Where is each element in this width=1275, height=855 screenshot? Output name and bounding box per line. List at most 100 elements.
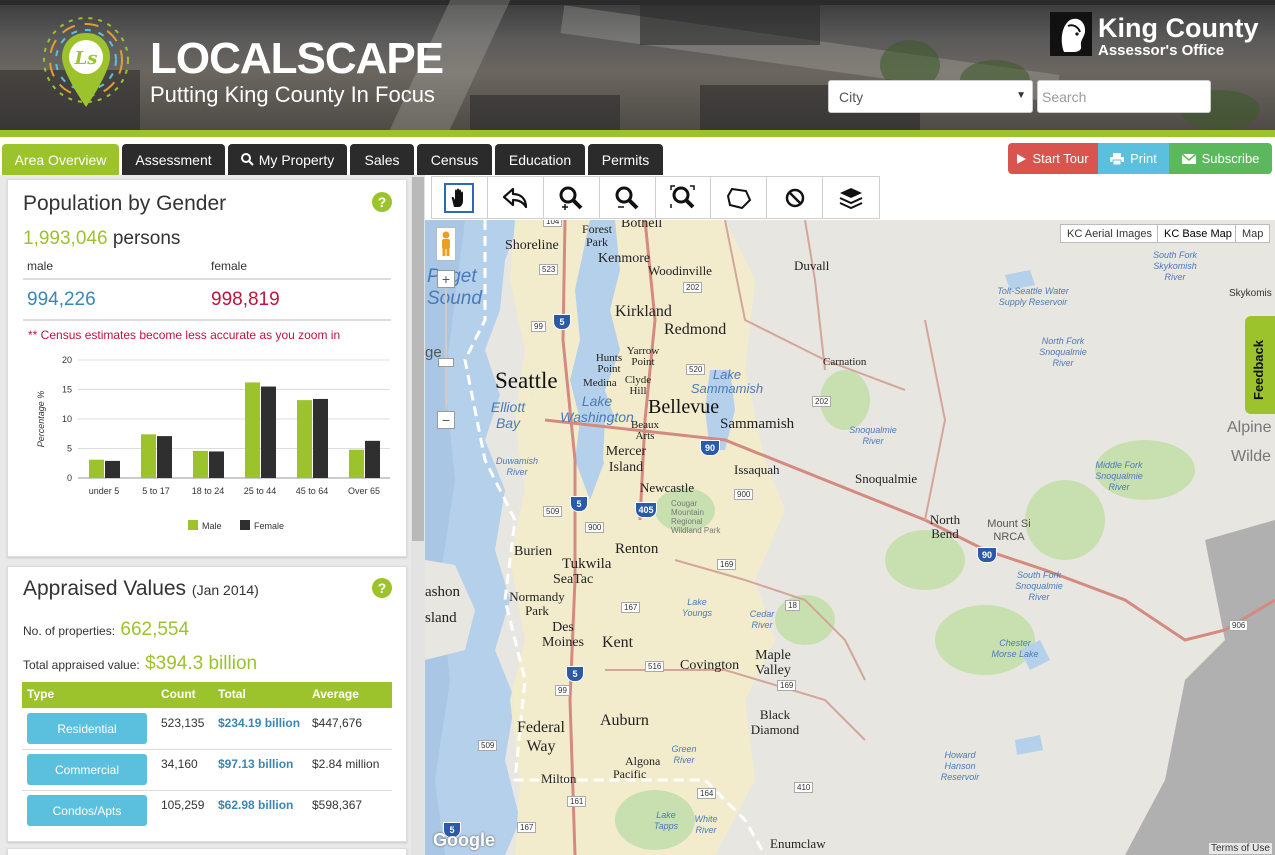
chart-x-tick-label: under 5	[89, 486, 120, 496]
map-canvas[interactable]: Bothell Lake Forest Park Shoreline Kenmo…	[425, 220, 1275, 855]
zoom-out-tool-button[interactable]	[600, 177, 656, 218]
chart-legend-swatch	[188, 520, 198, 530]
route-marker: 410	[794, 782, 814, 793]
table-cell: $234.19 billion	[218, 716, 301, 730]
city-select-value: City	[839, 89, 864, 105]
search-input[interactable]	[1037, 80, 1211, 113]
city-select[interactable]: City ▼	[828, 80, 1033, 113]
map-label: North Fork Snoqualmie River	[1039, 336, 1087, 368]
route-marker: 523	[539, 264, 559, 275]
tab-sales[interactable]: Sales	[350, 144, 414, 175]
help-icon[interactable]: ?	[372, 578, 392, 598]
tab-my-property[interactable]: My Property	[228, 144, 347, 175]
chart-bar-male	[141, 434, 156, 478]
zoom-in-button[interactable]: +	[437, 270, 455, 288]
interstate-shield: 5	[570, 496, 588, 512]
zoom-out-button[interactable]: −	[437, 411, 455, 429]
caret-down-icon: ▼	[1016, 90, 1026, 101]
zoom-extent-icon	[670, 184, 695, 208]
print-button[interactable]: Print	[1098, 143, 1169, 174]
chart-x-tick-label: 45 to 64	[296, 486, 329, 496]
residential-button[interactable]: Residential	[27, 713, 147, 744]
tab-education[interactable]: Education	[495, 144, 585, 175]
map-label: Lake Forest Park	[582, 220, 612, 249]
population-title: Population by Gender	[23, 192, 227, 215]
map-label: Kent	[602, 634, 634, 651]
zoom-slider-track[interactable]	[445, 289, 447, 409]
map-label: SeaTac	[553, 572, 594, 587]
header-accent-bar	[0, 130, 1275, 137]
route-marker: 520	[686, 364, 706, 375]
map-label: Mercer Island	[605, 444, 647, 475]
envelope-icon	[1181, 153, 1196, 164]
layers-tool-button[interactable]	[823, 177, 879, 218]
zoom-slider-handle[interactable]	[438, 358, 454, 367]
map-label: Bellevue	[648, 396, 720, 418]
col-type: Type	[27, 687, 55, 701]
map-label: Middle Fork Snoqualmie River	[1095, 460, 1143, 492]
terms-of-use-link[interactable]: Terms of Use	[1209, 843, 1272, 854]
map-label: Beaux Arts	[630, 419, 660, 442]
map-label: Issaquah	[734, 462, 780, 477]
table-cell: $2.84 million	[312, 757, 380, 771]
map-type-map[interactable]: Map	[1235, 224, 1271, 243]
route-marker: 164	[697, 788, 717, 799]
commercial-button[interactable]: Commercial	[27, 754, 147, 785]
clear-tool-button[interactable]	[767, 177, 824, 218]
appraised-title: Appraised Values (Jan 2014)	[23, 577, 259, 600]
route-marker: 509	[478, 740, 498, 751]
population-age-chart: under 5 5 to 17 18 to 24 25 to 44 45 to 64 Ov…	[36, 355, 390, 531]
map-label: Snoqualmie River	[849, 425, 897, 446]
pegman-icon	[442, 231, 450, 256]
next-card	[7, 848, 407, 855]
table-cell: $598,367	[312, 798, 363, 812]
map-label: Tukwila	[562, 556, 612, 572]
map-label: Bothell	[621, 220, 663, 231]
help-icon[interactable]: ?	[372, 192, 392, 212]
feedback-tab[interactable]: Feedback	[1245, 316, 1275, 414]
route-marker: 167	[621, 602, 641, 613]
map-label: ashon	[425, 584, 460, 600]
interstate-shield: 5	[566, 666, 584, 682]
census-note: ** Census estimates become less accurate…	[28, 328, 341, 342]
map-label: Sammamish	[720, 416, 795, 432]
tab-census[interactable]: Census	[417, 144, 492, 175]
polygon-tool-button[interactable]	[711, 177, 768, 218]
pan-tool-button[interactable]	[432, 177, 488, 218]
route-marker: 900	[734, 489, 754, 500]
map-type-base[interactable]: KC Base Map	[1157, 224, 1239, 243]
chart-bar-male	[89, 459, 104, 478]
chart-bar-female	[261, 386, 276, 478]
zoom-in-tool-button[interactable]	[544, 177, 600, 218]
search-icon	[240, 153, 254, 166]
zoom-extent-tool-button[interactable]	[656, 177, 712, 218]
panel-scrollbar-thumb[interactable]	[412, 177, 424, 541]
population-total: 1,993,046 persons	[23, 228, 181, 249]
svg-text:Ls: Ls	[74, 48, 98, 69]
total-appraised: Total appraised value: $394.3 billion	[23, 653, 258, 674]
route-marker: 202	[812, 396, 832, 407]
chart-bar-female	[157, 436, 172, 478]
route-marker: 900	[585, 522, 605, 533]
map-label: Kenmore	[598, 251, 651, 266]
top-strip	[0, 0, 1275, 5]
divider	[23, 319, 391, 321]
start-tour-button[interactable]: Start Tour	[1008, 143, 1098, 174]
back-tool-button[interactable]	[488, 177, 544, 218]
table-cell: $97.13 billion	[218, 757, 294, 771]
street-view-button[interactable]	[436, 227, 456, 261]
agency-title: King County	[1098, 13, 1259, 43]
interstate-shield: 405	[635, 502, 657, 518]
play-icon	[1017, 153, 1027, 164]
interstate-shield: 90	[700, 440, 720, 456]
map-label: Alpine	[1227, 419, 1272, 436]
tab-permits[interactable]: Permits	[588, 144, 663, 175]
map-label: Duvall	[794, 258, 830, 273]
map-label: Elliott Bay	[490, 399, 526, 431]
tab-area-overview[interactable]: Area Overview	[2, 144, 119, 175]
subscribe-button[interactable]: Subscribe	[1169, 143, 1272, 174]
tab-assessment[interactable]: Assessment	[122, 144, 225, 175]
map-type-aerial[interactable]: KC Aerial Images	[1060, 224, 1159, 243]
table-cell: $447,676	[312, 716, 363, 730]
condos-apts-button[interactable]: Condos/Apts	[27, 795, 147, 826]
